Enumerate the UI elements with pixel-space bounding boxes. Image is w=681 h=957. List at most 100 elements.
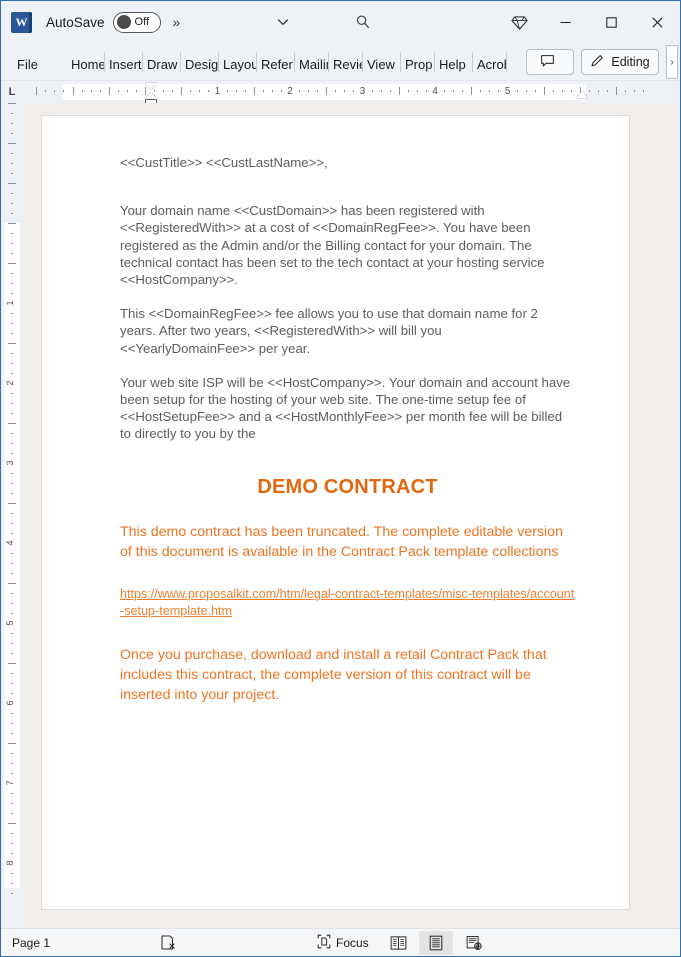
tab-file[interactable]: File [17,52,45,72]
paragraph-isp-hosting: Your web site ISP will be <<HostCompany>… [120,374,571,442]
vruler-tick [11,453,13,454]
minimize-icon[interactable] [542,1,588,43]
document-canvas[interactable]: <<CustTitle>> <<CustLastName>>, Your dom… [23,103,680,928]
ruler-tick [163,90,165,92]
word-logo-icon[interactable]: W [11,11,32,33]
hanging-indent-marker[interactable] [145,92,157,99]
quick-access-more-button[interactable]: » [173,14,181,30]
demo-purchase-notice: Once you purchase, download and install … [120,646,547,703]
ruler-tick [45,90,47,92]
editing-mode-button[interactable]: Editing [581,49,659,75]
vruler-tick [11,813,13,814]
tab-design[interactable]: Design [185,51,219,72]
ruler-tick [371,90,373,92]
search-icon[interactable] [349,9,377,35]
vruler-tick [11,363,13,364]
close-icon[interactable] [634,1,680,43]
horizontal-ruler[interactable]: L 1 2 3 4 5 [1,81,680,105]
title-bar: W AutoSave Off » [1,1,680,43]
ruler-tick [135,90,137,92]
page-content[interactable]: <<CustTitle>> <<CustLastName>>, Your dom… [120,154,575,729]
editing-label: Editing [611,55,650,69]
vruler-tick [11,573,13,574]
autosave-state: Off [134,16,150,28]
tab-insert[interactable]: Insert [109,51,143,72]
ruler-number: 5 [504,86,511,97]
vruler-tick [11,853,13,854]
document-page[interactable]: <<CustTitle>> <<CustLastName>>, Your dom… [41,115,630,910]
vertical-ruler[interactable]: 1 2 3 4 5 6 7 8 [1,103,23,928]
tab-references[interactable]: Refer [261,51,295,72]
ruler-tick [81,90,83,92]
tab-mailings[interactable]: Mailin [299,51,329,72]
vruler-tick [11,803,13,804]
contract-template-link[interactable]: https://www.proposalkit.com/htm/legal-co… [120,586,575,620]
vruler-tick [8,343,16,344]
comments-button[interactable] [526,49,574,75]
demo-contract-title: DEMO CONTRACT [257,475,438,498]
ruler-tick [380,90,382,92]
vruler-tick [11,403,13,404]
maximize-icon[interactable] [588,1,634,43]
tab-home[interactable]: Home [71,51,105,72]
demo-truncation-notice: This demo contract has been truncated. T… [120,523,563,560]
ruler-tick [543,87,545,95]
vruler-tick [11,133,13,134]
web-layout-icon[interactable] [457,931,491,955]
tab-stop-selector[interactable]: L [1,81,23,103]
vruler-tick [11,293,13,294]
ruler-tick [308,90,310,92]
tab-help[interactable]: Help [439,51,473,72]
view-mode-buttons [381,929,491,956]
ruler-tick [552,90,554,92]
focus-icon [317,934,331,952]
ruler-number: 1 [214,86,221,97]
tab-review[interactable]: Revie [333,51,363,72]
vruler-tick [11,433,13,434]
ruler-tick [489,90,491,92]
ruler-tick [561,90,563,92]
chevron-down-icon[interactable] [269,9,297,35]
ribbon-expand-button[interactable]: › [666,45,678,79]
vruler-tick [11,253,13,254]
tab-view[interactable]: View [367,51,401,72]
ruler-tick [126,90,128,92]
page-number-status[interactable]: Page 1 [12,936,50,950]
tab-acrobat[interactable]: Acrob [477,51,507,72]
first-line-indent-marker[interactable] [145,83,157,90]
title-bar-center [269,1,377,43]
paragraph-salutation: <<CustTitle>> <<CustLastName>>, [120,155,328,170]
status-bar: Page 1 Focus [1,928,680,956]
autosave-toggle[interactable]: Off [112,11,161,33]
vruler-tick [11,203,13,204]
read-mode-icon[interactable] [381,931,415,955]
vruler-tick [11,693,13,694]
vruler-tick [11,323,13,324]
vruler-tick [11,893,13,894]
vruler-number: 2 [5,380,16,386]
ruler-tick [99,90,101,92]
vruler-tick [11,393,13,394]
focus-mode-button[interactable]: Focus [317,929,369,956]
ruler-tick [344,90,346,92]
tab-draw[interactable]: Draw [147,51,181,72]
proofing-errors-icon[interactable] [159,929,179,956]
vruler-tick [11,773,13,774]
ruler-tick [453,90,455,92]
ruler-tick [353,90,355,92]
vruler-number: 3 [5,460,16,466]
ruler-tick [172,90,174,92]
vruler-tick [11,793,13,794]
tab-layout[interactable]: Layout [223,51,257,72]
print-layout-icon[interactable] [419,931,453,955]
vruler-tick [11,413,13,414]
vruler-tick [11,113,13,114]
vruler-tick [11,563,13,564]
ruler-tick [643,90,645,92]
diamond-icon[interactable] [496,1,542,43]
ruler-tick [607,90,609,92]
tab-proposalkit[interactable]: Prop [405,51,435,72]
right-indent-marker[interactable] [576,91,588,98]
ruler-tick [244,90,246,92]
vruler-tick [8,743,16,744]
